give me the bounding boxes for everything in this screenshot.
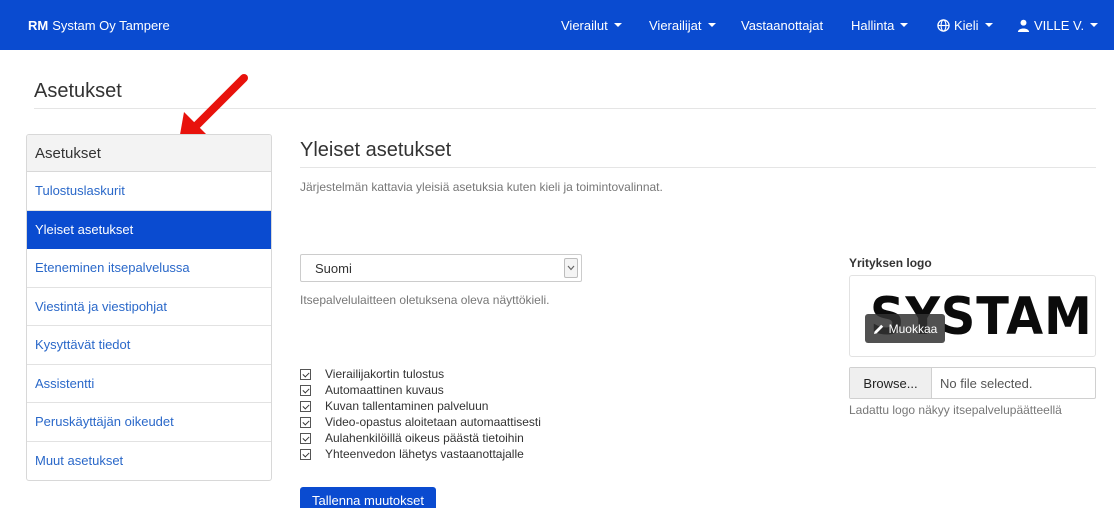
logo-file-input[interactable]: Browse... No file selected. xyxy=(849,367,1096,399)
chevron-down-icon xyxy=(564,258,578,278)
language-select[interactable]: Suomi xyxy=(300,254,582,282)
sidebar-item-peruskayttajan-oikeudet[interactable]: Peruskäyttäjän oikeudet xyxy=(27,403,271,442)
sidebar-item-yleiset-asetukset[interactable]: Yleiset asetukset xyxy=(27,210,271,249)
chevron-down-icon xyxy=(1090,23,1099,27)
pencil-icon xyxy=(873,324,883,334)
language-select-value: Suomi xyxy=(315,260,352,276)
checkbox-row[interactable]: Yhteenvedon lähetys vastaanottajalle xyxy=(300,446,541,462)
nav-kieli[interactable]: Kieli xyxy=(937,0,993,50)
nav-hallinta[interactable]: Hallinta xyxy=(851,0,909,50)
logo-preview: SYSTAM Muokkaa xyxy=(849,275,1096,357)
checkbox-row[interactable]: Automaattinen kuvaus xyxy=(300,382,541,398)
chevron-down-icon xyxy=(613,23,622,27)
sidebar-header: Asetukset xyxy=(27,135,271,172)
checkbox-label: Aulahenkilöillä oikeus päästä tietoihin xyxy=(325,431,524,445)
brand[interactable]: RM Systam Oy Tampere xyxy=(28,0,170,50)
section-description: Järjestelmän kattavia yleisiä asetuksia … xyxy=(300,180,663,194)
brand-name: Systam Oy Tampere xyxy=(52,17,170,33)
checkbox-label: Vierailijakortin tulostus xyxy=(325,367,445,381)
chevron-down-icon xyxy=(900,23,909,27)
nav-user-label: VILLE V. xyxy=(1034,17,1085,33)
nav-hallinta-label: Hallinta xyxy=(851,17,895,33)
checkbox-checked[interactable] xyxy=(300,400,311,412)
sidebar-item-eteneminen-itsepalvelussa[interactable]: Eteneminen itsepalvelussa xyxy=(27,249,271,288)
sidebar-item-viestinta[interactable]: Viestintä ja viestipohjat xyxy=(27,288,271,326)
option-checkbox-list: Vierailijakortin tulostus Automaattinen … xyxy=(300,366,541,462)
checkbox-row[interactable]: Video-opastus aloitetaan automaattisesti xyxy=(300,414,541,430)
checkbox-checked[interactable] xyxy=(300,384,311,396)
section-title: Yleiset asetukset xyxy=(300,139,452,161)
save-button[interactable]: Tallenna muutokset xyxy=(300,487,436,508)
nav-vierailut[interactable]: Vierailut xyxy=(561,0,622,50)
sidebar-item-tulostuslaskurit[interactable]: Tulostuslaskurit xyxy=(27,172,271,211)
sidebar-item-assistentti[interactable]: Assistentti xyxy=(27,365,271,403)
nav-user-menu[interactable]: VILLE V. xyxy=(1017,0,1099,50)
user-icon xyxy=(1017,19,1030,32)
checkbox-checked[interactable] xyxy=(300,432,311,444)
brand-bold: RM xyxy=(28,17,49,33)
top-navbar: RM Systam Oy Tampere Vierailut Vierailij… xyxy=(0,0,1114,50)
edit-logo-label: Muokkaa xyxy=(888,321,938,336)
chevron-down-icon xyxy=(984,23,993,27)
nav-vastaanottajat-label: Vastaanottajat xyxy=(741,17,824,33)
logo-help: Ladattu logo näkyy itsepalvelupäätteellä xyxy=(849,403,1062,417)
sidebar-item-muut-asetukset[interactable]: Muut asetukset xyxy=(27,442,271,481)
checkbox-row[interactable]: Vierailijakortin tulostus xyxy=(300,366,541,382)
sidebar-item-kysyttavat-tiedot[interactable]: Kysyttävät tiedot xyxy=(27,326,271,365)
edit-logo-button[interactable]: Muokkaa xyxy=(865,314,945,343)
checkbox-row[interactable]: Aulahenkilöillä oikeus päästä tietoihin xyxy=(300,430,541,446)
nav-vastaanottajat[interactable]: Vastaanottajat xyxy=(741,0,823,50)
checkbox-checked[interactable] xyxy=(300,368,311,380)
logo-label: Yrityksen logo xyxy=(849,256,932,270)
checkbox-label: Video-opastus aloitetaan automaattisesti xyxy=(325,415,541,429)
chevron-down-icon xyxy=(707,23,716,27)
checkbox-checked[interactable] xyxy=(300,416,311,428)
browse-button[interactable]: Browse... xyxy=(850,368,932,398)
checkbox-label: Yhteenvedon lähetys vastaanottajalle xyxy=(325,447,524,461)
checkbox-row[interactable]: Kuvan tallentaminen palveluun xyxy=(300,398,541,414)
file-status: No file selected. xyxy=(940,375,1033,391)
nav-vierailijat-label: Vierailijat xyxy=(649,17,702,33)
nav-vierailut-label: Vierailut xyxy=(561,17,608,33)
checkbox-checked[interactable] xyxy=(300,448,311,460)
nav-vierailijat[interactable]: Vierailijat xyxy=(649,0,716,50)
checkbox-label: Automaattinen kuvaus xyxy=(325,383,444,397)
globe-icon xyxy=(937,18,950,32)
language-select-help: Itsepalvelulaitteen oletuksena oleva näy… xyxy=(300,293,550,307)
checkbox-label: Kuvan tallentaminen palveluun xyxy=(325,399,489,413)
settings-sidebar: Asetukset Tulostuslaskurit Yleiset asetu… xyxy=(26,134,272,481)
page-title: Asetukset xyxy=(34,80,122,102)
divider xyxy=(300,167,1096,168)
nav-kieli-label: Kieli xyxy=(954,17,979,33)
